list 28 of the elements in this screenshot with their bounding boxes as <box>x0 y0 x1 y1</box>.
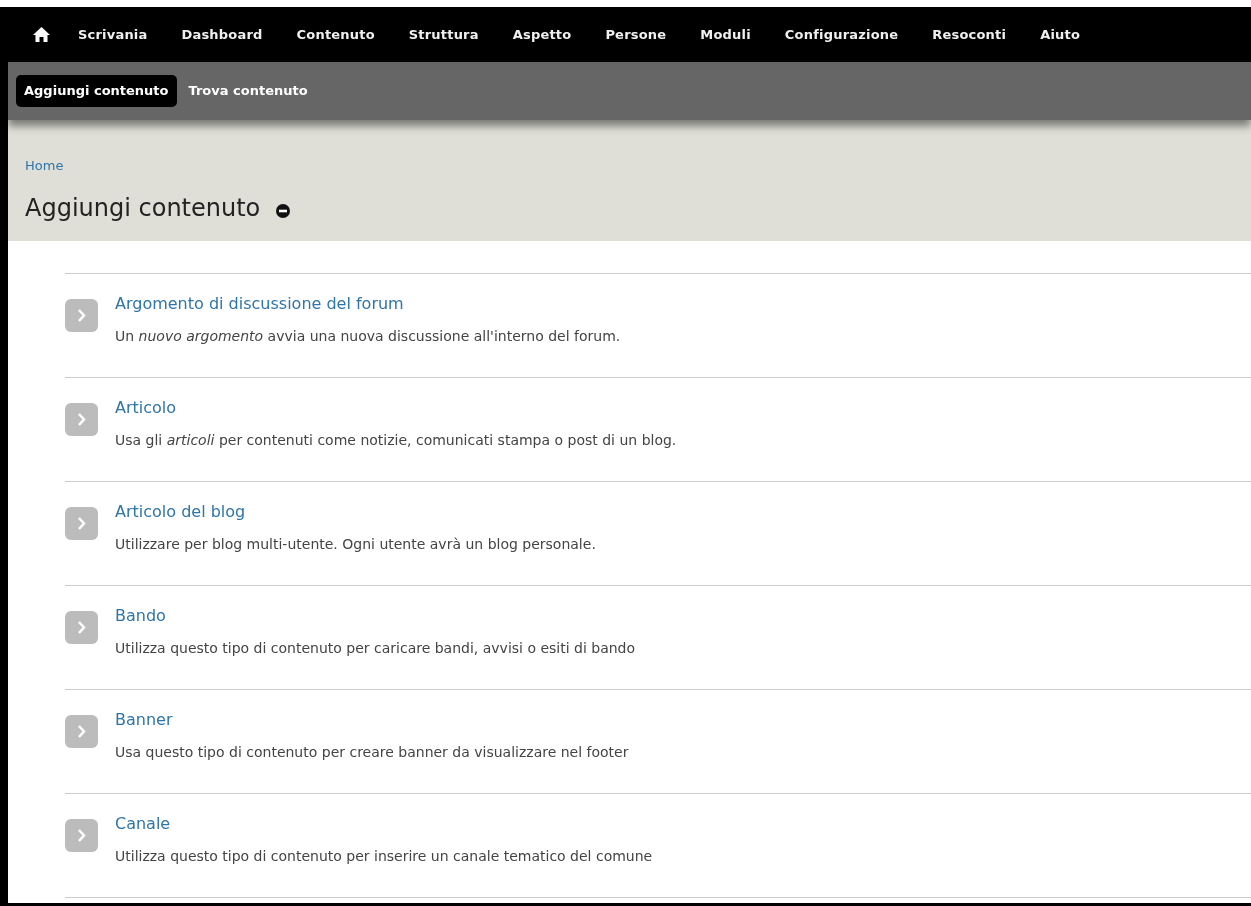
remove-shortcut-icon[interactable] <box>276 203 291 218</box>
content-type-link[interactable]: Bando <box>115 604 636 628</box>
toolbar-menu-item[interactable]: Configurazione <box>784 24 899 45</box>
breadcrumb-link[interactable]: Home <box>25 156 1251 176</box>
shortcut-link[interactable]: Aggiungi contenuto <box>16 75 177 107</box>
content-type-link[interactable]: Banner <box>115 708 629 732</box>
content-type-link[interactable]: Articolo <box>115 396 677 420</box>
home-icon[interactable] <box>33 27 50 42</box>
content-type-link[interactable]: Argomento di discussione del forum <box>115 292 621 316</box>
toolbar-menu-item[interactable]: Struttura <box>408 24 479 45</box>
content-type-description: Usa gli articoli per contenuti come notizie, comunicati stampa o post di un blog. <box>115 431 677 450</box>
content-type-description: Utilizza questo tipo di contenuto per inserire un canale tematico del comune <box>115 847 653 866</box>
toolbar-menu-item[interactable]: Scrivania <box>78 24 148 45</box>
toolbar-menu-item[interactable]: Persone <box>605 24 667 45</box>
content-type-description: Usa questo tipo di contenuto per creare banner da visualizzare nel footer <box>115 743 629 762</box>
toolbar-menu-item[interactable]: Dashboard <box>181 24 263 45</box>
toolbar-menu-item[interactable]: Contenuto <box>296 24 375 45</box>
content-type-description: Utilizza questo tipo di contenuto per caricare bandi, avvisi o esiti di bando <box>115 639 636 658</box>
toolbar-menu-item[interactable]: Aspetto <box>512 24 572 45</box>
toolbar-menu-item[interactable]: Resoconti <box>932 24 1007 45</box>
shortcut-link[interactable]: Trova contenuto <box>180 75 316 107</box>
content-type-description: Un nuovo argomento avvia una nuova discussione all'interno del forum. <box>115 327 621 346</box>
content-type-description: Utilizzare per blog multi-utente. Ogni utente avrà un blog personale. <box>115 535 596 554</box>
toolbar-menu-item[interactable]: Aiuto <box>1040 24 1081 45</box>
content-type-link[interactable]: Canale <box>115 812 653 836</box>
content-type-link[interactable]: Articolo del blog <box>115 500 596 524</box>
page-title: Aggiungi contenuto <box>25 192 261 224</box>
toolbar-menu-item[interactable]: Moduli <box>700 24 751 45</box>
